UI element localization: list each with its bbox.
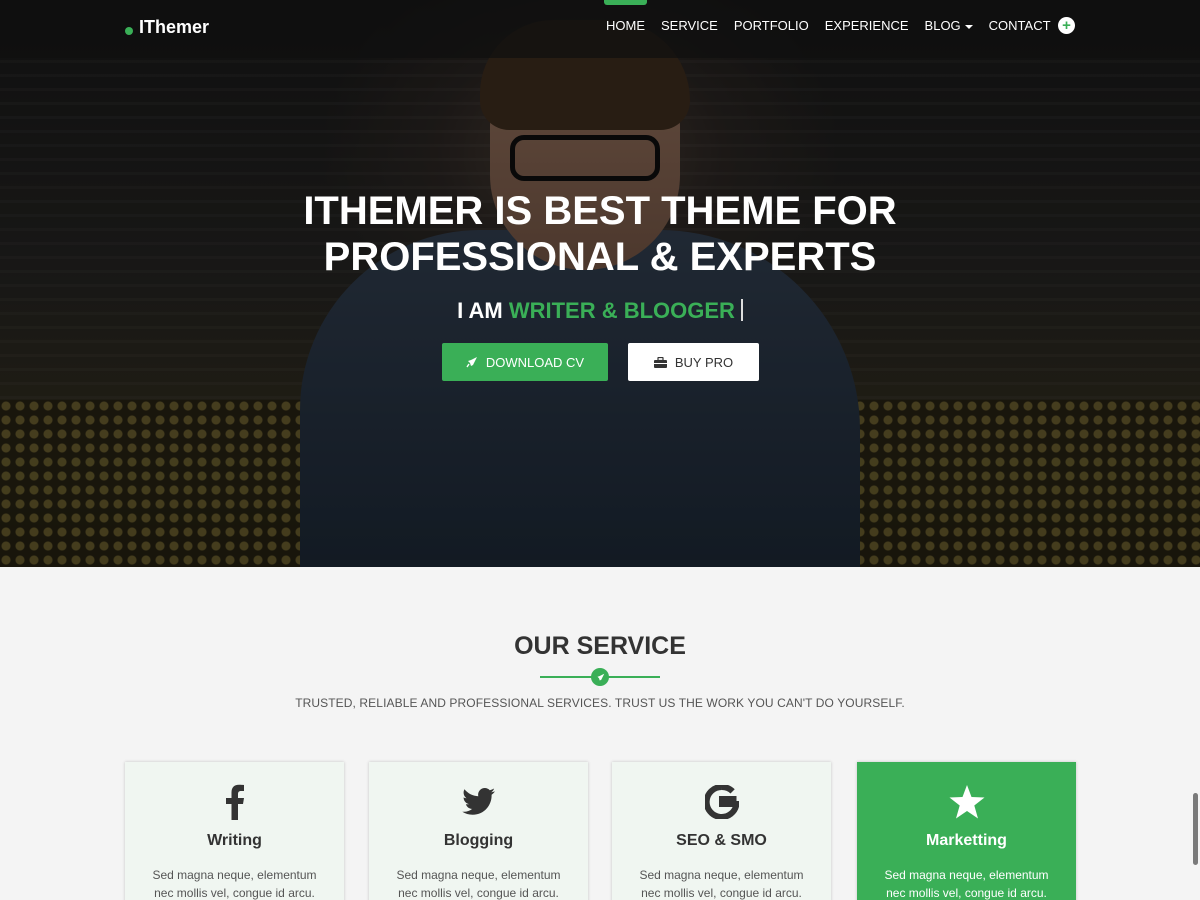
card-text-line2: nec mollis vel, congue id arcu. — [398, 886, 559, 900]
nav-item-contact[interactable]: CONTACT — [989, 18, 1051, 33]
twitter-icon — [461, 788, 495, 815]
card-title: SEO & SMO — [676, 832, 767, 849]
logo-dot — [125, 26, 133, 35]
hero-subtitle: I AM WRITER & BLOOGER — [0, 298, 1200, 324]
star-icon — [949, 785, 984, 819]
rocket-icon — [597, 673, 604, 680]
card-icon-wrap — [125, 782, 344, 822]
hero-title-line2: PROFESSIONAL & EXPERTS — [323, 235, 877, 279]
download-cv-button[interactable]: DOWNLOAD CV — [442, 343, 608, 381]
service-card-marketting[interactable]: Marketting Sed magna neque, elementum ne… — [857, 762, 1076, 900]
nav-item-service[interactable]: SERVICE — [661, 18, 718, 33]
service-card-blogging[interactable]: Blogging Sed magna neque, elementum nec … — [369, 762, 588, 900]
hero-title: ITHEMER IS BEST THEME FOR PROFESSIONAL &… — [0, 188, 1200, 280]
card-title: Writing — [207, 832, 262, 849]
nav-item-experience[interactable]: EXPERIENCE — [825, 18, 909, 33]
card-icon-wrap — [369, 782, 588, 822]
card-title: Blogging — [443, 832, 514, 849]
divider-line-left — [540, 676, 592, 678]
service-title: OUR SERVICE — [514, 632, 686, 660]
chevron-down-icon — [964, 24, 973, 29]
card-text-line2: nec mollis vel, congue id arcu. — [154, 886, 315, 900]
scrollbar[interactable] — [1193, 793, 1198, 865]
service-divider — [540, 668, 660, 686]
typing-cursor — [740, 299, 743, 321]
nav-item-home[interactable]: HOME — [604, 0, 647, 33]
logo-text: IThemer — [139, 17, 210, 37]
plus-circle-icon[interactable]: + — [1058, 17, 1075, 34]
hero-section — [0, 0, 1200, 567]
hero-subtitle-prefix: I AM — [457, 298, 509, 323]
download-cv-label: DOWNLOAD CV — [485, 354, 585, 370]
hero-overlay — [0, 0, 1200, 567]
nav-item-blog[interactable]: BLOG — [925, 18, 973, 33]
buy-pro-label: BUY PRO — [674, 354, 734, 370]
hero-subtitle-highlight: WRITER & BLOOGER — [508, 298, 735, 323]
card-text-line1: Sed magna neque, elementum — [152, 868, 317, 882]
card-text: Sed magna neque, elementum nec mollis ve… — [612, 866, 831, 900]
card-text-line1: Sed magna neque, elementum — [639, 868, 804, 882]
card-icon-wrap — [857, 782, 1076, 822]
card-icon-wrap — [612, 782, 831, 822]
hero-title-line1: ITHEMER IS BEST THEME FOR — [303, 189, 897, 233]
navbar: IThemer HOME SERVICE PORTFOLIO EXPERIENC… — [0, 0, 1200, 58]
card-text-line2: nec mollis vel, congue id arcu. — [641, 886, 802, 900]
service-card-writing[interactable]: Writing Sed magna neque, elementum nec m… — [125, 762, 344, 900]
card-text: Sed magna neque, elementum nec mollis ve… — [369, 866, 588, 900]
nav-item-blog-label: BLOG — [924, 18, 961, 33]
service-card-seo[interactable]: SEO & SMO Sed magna neque, elementum nec… — [612, 762, 831, 900]
nav-item-portfolio[interactable]: PORTFOLIO — [734, 18, 809, 33]
briefcase-icon — [653, 356, 667, 368]
facebook-icon — [225, 784, 244, 820]
card-title: Marketting — [926, 832, 1007, 849]
card-text: Sed magna neque, elementum nec mollis ve… — [857, 866, 1076, 900]
divider-circle — [591, 668, 609, 686]
card-text-line2: nec mollis vel, congue id arcu. — [886, 886, 1047, 900]
service-subtitle: TRUSTED, RELIABLE AND PROFESSIONAL SERVI… — [295, 696, 905, 710]
card-text: Sed magna neque, elementum nec mollis ve… — [125, 866, 344, 900]
logo[interactable]: IThemer — [125, 17, 209, 38]
main-nav: HOME SERVICE PORTFOLIO EXPERIENCE BLOG C… — [598, 0, 1059, 33]
rocket-icon — [466, 357, 477, 368]
divider-line-right — [608, 676, 660, 678]
card-text-line1: Sed magna neque, elementum — [884, 868, 1049, 882]
buy-pro-button[interactable]: BUY PRO — [628, 343, 759, 381]
card-text-line1: Sed magna neque, elementum — [396, 868, 561, 882]
google-icon — [704, 785, 739, 819]
